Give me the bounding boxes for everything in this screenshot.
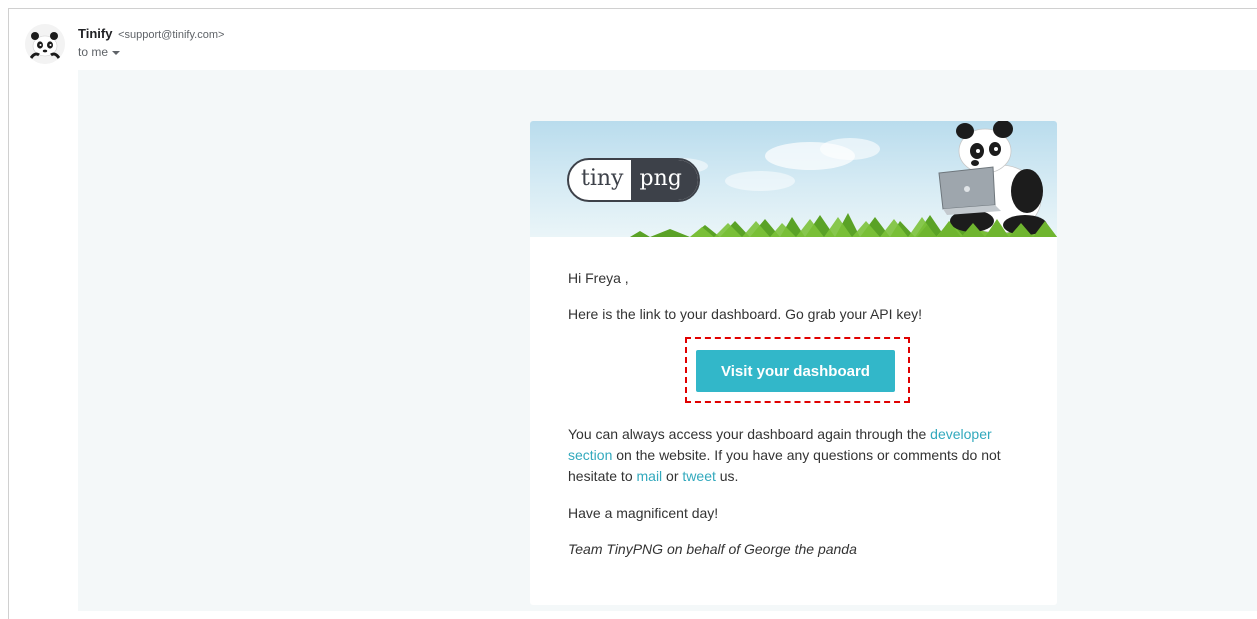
access-info-part4: us. (715, 468, 739, 484)
closing-text: Have a magnificent day! (568, 505, 719, 521)
developer-link-text-1: developer (930, 426, 992, 442)
visit-dashboard-button[interactable]: Visit your dashboard (696, 350, 895, 392)
signature-text: Team TinyPNG on behalf of George the pan… (568, 541, 857, 557)
sender-name[interactable]: Tinify (78, 26, 112, 41)
developer-link-text-2: section (568, 447, 613, 463)
sender-avatar[interactable] (25, 24, 65, 64)
email-card: tiny png Hi Freya , Here is the link to … (530, 121, 1057, 605)
chevron-down-icon[interactable] (112, 50, 121, 55)
sender-email: <support@tinify.com> (118, 29, 225, 41)
access-info-text: You can always access your dashboard aga… (568, 424, 1028, 487)
recipient-label: to me (78, 45, 109, 59)
panda-avatar-icon (25, 24, 65, 64)
access-info-part2: on the website. If you have any question… (568, 447, 1001, 484)
mail-link[interactable]: mail (637, 468, 663, 484)
cta-highlight-box: Visit your dashboard (685, 337, 910, 403)
header-banner: tiny png (530, 121, 1057, 237)
intro-text: Here is the link to your dashboard. Go g… (568, 306, 923, 322)
access-info-part1: You can always access your dashboard aga… (568, 426, 931, 442)
access-info-part3: or (662, 468, 683, 484)
panda-mascot-icon (917, 121, 1057, 237)
greeting-text: Hi Freya , (568, 270, 629, 286)
logo-text-png: png (631, 160, 698, 200)
sender-line: Tinify <support@tinify.com> (78, 26, 224, 41)
tinypng-logo: tiny png (567, 158, 700, 202)
tweet-link[interactable]: tweet (682, 468, 715, 484)
logo-text-tiny: tiny (581, 166, 624, 191)
recipient-line[interactable]: to me (78, 45, 121, 59)
